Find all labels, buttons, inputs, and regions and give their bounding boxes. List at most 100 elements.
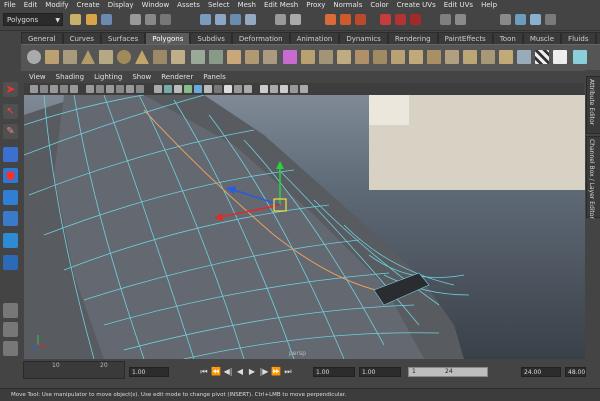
extract-icon[interactable] xyxy=(481,50,495,64)
field-chart-icon[interactable] xyxy=(116,85,124,93)
panel-menu-view[interactable]: View xyxy=(24,72,51,83)
show-manipulator-icon[interactable] xyxy=(3,255,18,270)
range-end-field[interactable]: 48.00 xyxy=(565,367,586,377)
poly-plane-icon[interactable] xyxy=(99,50,113,64)
menu-item-help[interactable]: Help xyxy=(477,0,501,11)
mirror-icon[interactable] xyxy=(445,50,459,64)
four-pane-layout-icon[interactable] xyxy=(3,322,18,337)
panel-menu-lighting[interactable]: Lighting xyxy=(89,72,127,83)
uv-editor-icon[interactable] xyxy=(553,50,567,64)
move-tool-icon[interactable] xyxy=(3,147,18,162)
history-icon[interactable] xyxy=(275,14,286,25)
menu-item-color[interactable]: Color xyxy=(366,0,392,11)
tool-settings-icon[interactable] xyxy=(515,14,526,25)
panel-menu-show[interactable]: Show xyxy=(127,72,156,83)
input-line-icon[interactable] xyxy=(440,14,451,25)
menu-item-window[interactable]: Window xyxy=(138,0,174,11)
wireframe-icon[interactable] xyxy=(154,85,162,93)
flat-shade-icon[interactable] xyxy=(174,85,182,93)
fill-hole-icon[interactable] xyxy=(499,50,513,64)
hypershade-icon[interactable] xyxy=(380,14,391,25)
isolate-select-icon[interactable] xyxy=(244,85,252,93)
playback-end-field[interactable]: 24.00 xyxy=(521,367,561,377)
poly-cylinder-icon[interactable] xyxy=(63,50,77,64)
planar-mapping-icon[interactable] xyxy=(517,50,531,64)
menu-item-assets[interactable]: Assets xyxy=(173,0,204,11)
menu-item-edit-uvs[interactable]: Edit UVs xyxy=(440,0,477,11)
input-field-icon[interactable] xyxy=(455,14,466,25)
step-back-icon[interactable]: ⏪ xyxy=(211,367,221,377)
select-tool-icon[interactable]: ➤ xyxy=(3,82,18,97)
menu-item-mesh[interactable]: Mesh xyxy=(234,0,260,11)
single-pane-layout-icon[interactable] xyxy=(3,303,18,318)
lighting-icon[interactable] xyxy=(224,85,232,93)
split-polygon-icon[interactable] xyxy=(301,50,315,64)
safe-title-icon[interactable] xyxy=(136,85,144,93)
depth-of-field-icon[interactable] xyxy=(300,85,308,93)
delete-edge-icon[interactable] xyxy=(391,50,405,64)
render-settings-icon[interactable] xyxy=(355,14,366,25)
playback-start-field[interactable]: 1.00 xyxy=(359,367,401,377)
select-component-icon[interactable] xyxy=(160,14,171,25)
film-gate-icon[interactable] xyxy=(86,85,94,93)
panel-menu-shading[interactable]: Shading xyxy=(51,72,89,83)
play-backwards-icon[interactable]: ◀ xyxy=(235,367,245,377)
high-quality-icon[interactable] xyxy=(260,85,268,93)
texture-icon[interactable] xyxy=(214,85,222,93)
combine-icon[interactable] xyxy=(191,50,205,64)
paint-select-tool-icon[interactable]: ✎ xyxy=(3,124,18,139)
duplicate-face-icon[interactable] xyxy=(463,50,477,64)
snap-curve-icon[interactable] xyxy=(215,14,226,25)
insert-edge-loop-icon[interactable] xyxy=(319,50,333,64)
channel-box-toggle-icon[interactable] xyxy=(500,14,511,25)
wedge-face-icon[interactable] xyxy=(427,50,441,64)
motion-blur-icon[interactable] xyxy=(280,85,288,93)
gate-mask-icon[interactable] xyxy=(106,85,114,93)
resolution-gate-icon[interactable] xyxy=(96,85,104,93)
menu-item-normals[interactable]: Normals xyxy=(329,0,366,11)
grid-toggle-icon[interactable] xyxy=(70,85,78,93)
smooth-shade-icon[interactable] xyxy=(164,85,172,93)
camera-select-icon[interactable] xyxy=(30,85,38,93)
step-forward-key-icon[interactable]: |▶ xyxy=(259,367,269,377)
new-scene-icon[interactable] xyxy=(70,14,81,25)
menu-item-proxy[interactable]: Proxy xyxy=(302,0,329,11)
scale-tool-icon[interactable] xyxy=(3,190,18,205)
merge-icon[interactable] xyxy=(373,50,387,64)
anti-aliasing-icon[interactable] xyxy=(290,85,298,93)
outliner-layout-icon[interactable] xyxy=(3,341,18,356)
menu-item-create[interactable]: Create xyxy=(72,0,103,11)
ambient-occlusion-icon[interactable] xyxy=(270,85,278,93)
offset-edge-loop-icon[interactable] xyxy=(337,50,351,64)
bevel-icon[interactable] xyxy=(355,50,369,64)
construction-history-icon[interactable] xyxy=(290,14,301,25)
snap-point-icon[interactable] xyxy=(230,14,241,25)
image-plane-icon[interactable] xyxy=(60,85,68,93)
menu-item-edit-mesh[interactable]: Edit Mesh xyxy=(260,0,302,11)
render-current-frame-icon[interactable] xyxy=(325,14,336,25)
camera-attributes-icon[interactable] xyxy=(40,85,48,93)
perspective-viewport[interactable]: persp xyxy=(24,95,585,359)
snap-grid-icon[interactable] xyxy=(200,14,211,25)
separate-icon[interactable] xyxy=(209,50,223,64)
shadows-icon[interactable] xyxy=(234,85,242,93)
select-hierarchy-icon[interactable] xyxy=(130,14,141,25)
poly-torus-icon[interactable] xyxy=(117,50,131,64)
mode-select[interactable]: Polygons ▼ xyxy=(3,13,63,26)
checker-map-icon[interactable] xyxy=(535,50,549,64)
poke-face-icon[interactable] xyxy=(409,50,423,64)
poly-pyramid-icon[interactable] xyxy=(135,50,149,64)
panel-menu-renderer[interactable]: Renderer xyxy=(156,72,198,83)
menu-item-select[interactable]: Select xyxy=(204,0,234,11)
extrude-icon[interactable] xyxy=(245,50,259,64)
smooth-icon[interactable] xyxy=(227,50,241,64)
play-forwards-icon[interactable]: ▶ xyxy=(247,367,257,377)
lasso-tool-icon[interactable]: ↖ xyxy=(3,104,18,119)
bookmarks-icon[interactable] xyxy=(50,85,58,93)
magnet-icon[interactable] xyxy=(410,14,421,25)
open-scene-icon[interactable] xyxy=(86,14,97,25)
render-view-icon[interactable] xyxy=(395,14,406,25)
menu-item-display[interactable]: Display xyxy=(104,0,138,11)
tab-attribute-editor[interactable]: Attribute Editor xyxy=(586,76,600,134)
attribute-editor-icon[interactable] xyxy=(530,14,541,25)
